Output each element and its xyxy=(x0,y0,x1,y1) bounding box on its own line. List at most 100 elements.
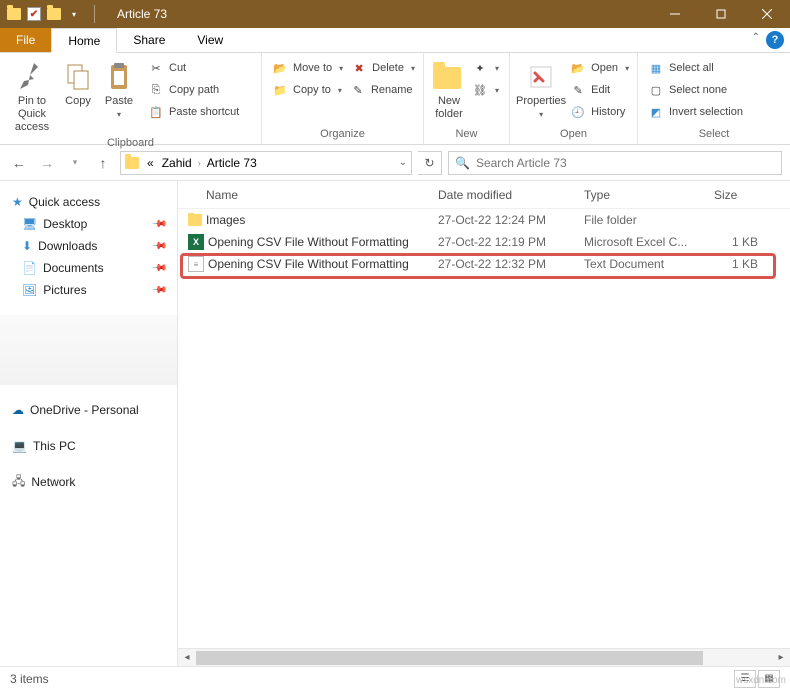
forward-button[interactable]: → xyxy=(36,152,58,174)
easy-access-icon: ⛓ xyxy=(472,82,488,98)
folder-icon xyxy=(125,157,139,169)
sidebar-item-this-pc[interactable]: 💻 This PC xyxy=(12,435,177,457)
properties-check-icon[interactable]: ✔ xyxy=(26,6,42,22)
list-item[interactable]: ≡Opening CSV File Without Formatting 27-… xyxy=(178,253,790,275)
sidebar-item-documents[interactable]: 📄 Documents📌 xyxy=(12,257,177,279)
horizontal-scrollbar[interactable]: ◂ ▸ xyxy=(178,648,790,666)
address-dropdown-icon[interactable]: ⌄ xyxy=(399,157,407,168)
column-name[interactable]: Name xyxy=(178,188,438,202)
new-item-button[interactable]: ✦▾ xyxy=(468,57,503,79)
copy-label: Copy xyxy=(65,95,91,108)
column-date[interactable]: Date modified xyxy=(438,188,584,202)
invert-selection-button[interactable]: ◩Invert selection xyxy=(644,101,747,123)
list-item[interactable]: Images 27-Oct-22 12:24 PM File folder xyxy=(178,209,790,231)
list-item[interactable]: XOpening CSV File Without Formatting 27-… xyxy=(178,231,790,253)
maximize-button[interactable] xyxy=(698,0,744,28)
scissors-icon: ✂ xyxy=(148,60,164,76)
select-all-button[interactable]: ▦Select all xyxy=(644,57,747,79)
search-box[interactable]: 🔍 xyxy=(448,151,782,175)
group-label: Organize xyxy=(262,126,423,144)
pin-icon: 📌 xyxy=(150,238,167,255)
tab-home[interactable]: Home xyxy=(51,28,117,53)
rename-icon: ✎ xyxy=(350,82,366,98)
watermark: wsxdn.com xyxy=(736,675,786,686)
tab-file[interactable]: File xyxy=(0,28,51,52)
navigation-pane: ★ Quick access 🖥 Desktop📌 ⬇ Downloads📌 📄… xyxy=(0,181,178,666)
new-folder-button[interactable]: New folder xyxy=(430,57,468,121)
recent-locations-button[interactable]: ▾ xyxy=(64,152,86,174)
column-headers[interactable]: Name Date modified Type Size xyxy=(178,181,790,209)
select-none-icon: ▢ xyxy=(648,82,664,98)
sidebar-item-downloads[interactable]: ⬇ Downloads📌 xyxy=(12,235,177,257)
paste-shortcut-button[interactable]: 📋 Paste shortcut xyxy=(144,101,243,123)
paste-button[interactable]: Paste ▾ xyxy=(98,57,140,120)
column-size[interactable]: Size xyxy=(714,188,764,202)
search-icon: 🔍 xyxy=(455,156,470,170)
pin-to-quick-access-button[interactable]: Pin to Quick access xyxy=(6,57,58,135)
ribbon: Pin to Quick access Copy Paste ▾ ✂ Cut ⎘… xyxy=(0,53,790,145)
documents-icon: 📄 xyxy=(22,261,37,275)
breadcrumb-item[interactable]: Article 73 xyxy=(203,152,261,174)
onedrive-icon: ☁ xyxy=(12,403,24,417)
qat-dropdown-icon[interactable]: ▾ xyxy=(66,6,82,22)
tab-view[interactable]: View xyxy=(181,28,239,52)
delete-icon: ✖ xyxy=(351,60,367,76)
edit-button[interactable]: ✎Edit xyxy=(566,79,633,101)
column-type[interactable]: Type xyxy=(584,188,714,202)
paste-shortcut-icon: 📋 xyxy=(148,104,164,120)
easy-access-button[interactable]: ⛓▾ xyxy=(468,79,503,101)
pin-label: Pin to Quick access xyxy=(6,95,58,135)
file-list: Name Date modified Type Size Images 27-O… xyxy=(178,181,790,666)
refresh-button[interactable]: ↻ xyxy=(418,151,442,175)
desktop-icon: 🖥 xyxy=(22,217,37,231)
sidebar-item-network[interactable]: 🖧 Network xyxy=(12,471,177,493)
pin-icon: 📌 xyxy=(150,260,167,277)
downloads-icon: ⬇ xyxy=(22,239,32,253)
search-input[interactable] xyxy=(476,156,775,170)
status-bar: 3 items ☰ ▦ xyxy=(0,666,790,690)
pictures-icon: 🖼 xyxy=(22,283,37,297)
move-to-button[interactable]: 📂 Move to▾ xyxy=(268,57,347,79)
select-all-icon: ▦ xyxy=(648,60,664,76)
breadcrumb[interactable]: « Zahid › Article 73 ⌄ xyxy=(120,151,412,175)
tab-share[interactable]: Share xyxy=(117,28,181,52)
help-button[interactable]: ? xyxy=(766,31,784,49)
paste-label: Paste xyxy=(105,95,133,108)
copy-path-icon: ⎘ xyxy=(148,82,164,98)
chevron-right-icon[interactable]: › xyxy=(196,158,203,168)
history-button[interactable]: 🕘History xyxy=(566,101,633,123)
properties-button[interactable]: Properties▾ xyxy=(516,57,566,120)
delete-button[interactable]: ✖ Delete▾ xyxy=(347,57,419,79)
back-button[interactable]: ← xyxy=(8,152,30,174)
folder-icon xyxy=(46,6,62,22)
cut-button[interactable]: ✂ Cut xyxy=(144,57,243,79)
breadcrumb-prefix[interactable]: « xyxy=(143,152,158,174)
minimize-button[interactable] xyxy=(652,0,698,28)
sidebar-item-onedrive[interactable]: ☁ OneDrive - Personal xyxy=(12,399,177,421)
scroll-left-button[interactable]: ◂ xyxy=(178,650,196,666)
this-pc-icon: 💻 xyxy=(12,439,27,453)
breadcrumb-item[interactable]: Zahid xyxy=(158,152,196,174)
sidebar-item-quick-access[interactable]: ★ Quick access xyxy=(12,191,177,213)
copy-to-button[interactable]: 📁 Copy to▾ xyxy=(268,79,346,101)
edit-icon: ✎ xyxy=(570,82,586,98)
copy-path-button[interactable]: ⎘ Copy path xyxy=(144,79,243,101)
tab-strip: File Home Share View ⌃ ? xyxy=(0,28,790,53)
collapse-ribbon-icon[interactable]: ⌃ xyxy=(752,32,760,43)
scroll-right-button[interactable]: ▸ xyxy=(772,650,790,666)
rename-button[interactable]: ✎ Rename xyxy=(346,79,417,101)
up-button[interactable]: ↑ xyxy=(92,152,114,174)
new-folder-icon xyxy=(433,61,465,93)
select-none-button[interactable]: ▢Select none xyxy=(644,79,747,101)
sidebar-item-pictures[interactable]: 🖼 Pictures📌 xyxy=(12,279,177,301)
pin-icon: 📌 xyxy=(150,282,167,299)
copy-button[interactable]: Copy xyxy=(58,57,98,108)
sidebar-item-desktop[interactable]: 🖥 Desktop📌 xyxy=(12,213,177,235)
history-icon: 🕘 xyxy=(570,104,586,120)
folder-icon xyxy=(6,6,22,22)
scroll-thumb[interactable] xyxy=(196,651,703,665)
excel-icon: X xyxy=(188,234,204,250)
close-button[interactable] xyxy=(744,0,790,28)
open-button[interactable]: 📂Open▾ xyxy=(566,57,633,79)
quick-access-icon: ★ xyxy=(12,195,23,209)
